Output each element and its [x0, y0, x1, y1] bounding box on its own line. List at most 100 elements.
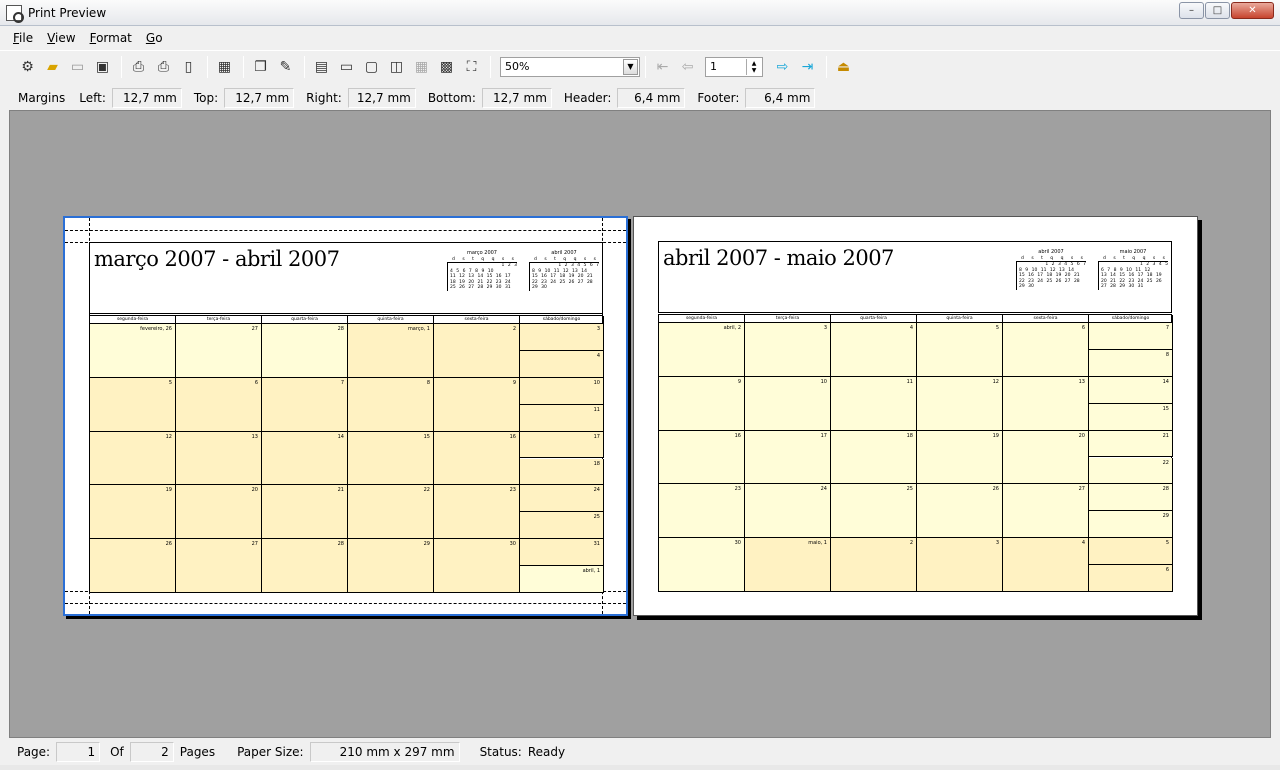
day-cell[interactable]: 28 — [262, 324, 348, 378]
day-cell[interactable]: 5 — [90, 377, 176, 432]
header-margin-field[interactable]: 6,4 mm — [617, 88, 686, 108]
preview-workspace[interactable]: março 2007 - abril 2007 março 2007 d s t q… — [9, 110, 1271, 738]
book-icon[interactable]: ▯ — [177, 56, 200, 78]
weekend-cell[interactable]: 4 — [520, 350, 604, 378]
day-cell[interactable]: 19 — [917, 430, 1003, 485]
exit-icon[interactable]: ⏏ — [832, 56, 855, 78]
day-cell[interactable]: 9 — [659, 376, 745, 431]
settings-gear-icon[interactable]: ⚙ — [16, 56, 39, 78]
day-cell[interactable]: 2 — [831, 538, 917, 592]
weekend-cell[interactable]: 15 — [1089, 403, 1173, 431]
four-pages-icon[interactable]: ▦ — [410, 56, 433, 78]
day-cell[interactable]: março, 1 — [348, 324, 434, 378]
page-setup-icon[interactable]: ❐ — [249, 56, 272, 78]
last-page-icon[interactable]: ⇥ — [796, 56, 819, 78]
weekend-cell[interactable]: 8 — [1089, 349, 1173, 377]
weekend-cell[interactable]: 28 — [1089, 484, 1173, 512]
day-cell[interactable]: 27 — [176, 324, 262, 378]
header-margin-guide[interactable] — [65, 230, 626, 231]
day-cell[interactable]: 13 — [1003, 376, 1089, 431]
format-icon[interactable]: ✎ — [274, 56, 297, 78]
day-cell[interactable]: 4 — [1003, 538, 1089, 592]
day-cell[interactable]: 10 — [745, 376, 831, 431]
day-cell[interactable]: 23 — [434, 485, 520, 540]
day-cell[interactable]: 6 — [176, 377, 262, 432]
previous-page-icon[interactable]: ⇦ — [676, 56, 699, 78]
day-cell[interactable]: 26 — [90, 539, 176, 593]
footer-margin-guide[interactable] — [65, 603, 626, 604]
day-cell[interactable]: 21 — [262, 485, 348, 540]
day-cell[interactable]: 23 — [659, 484, 745, 539]
day-cell[interactable]: 30 — [434, 539, 520, 593]
weekend-cell[interactable]: 18 — [520, 458, 604, 486]
day-cell[interactable]: 18 — [831, 430, 917, 485]
page-spinner-icon[interactable]: ▲ ▼ — [746, 58, 761, 75]
save-icon[interactable]: ▣ — [91, 56, 114, 78]
day-cell[interactable]: maio, 1 — [745, 538, 831, 592]
footer-margin-field[interactable]: 6,4 mm — [745, 88, 816, 108]
one-page-icon[interactable]: ▤ — [310, 56, 333, 78]
bottom-margin-field[interactable]: 12,7 mm — [481, 88, 552, 108]
first-page-icon[interactable]: ⇤ — [651, 56, 674, 78]
zoom-fit-icon[interactable]: ⛶ — [460, 56, 483, 78]
day-cell[interactable]: 27 — [1003, 484, 1089, 539]
day-cell[interactable]: 12 — [90, 431, 176, 486]
day-cell[interactable]: 14 — [262, 431, 348, 486]
menu-go[interactable]: Go — [139, 31, 170, 45]
day-cell[interactable]: 4 — [831, 323, 917, 377]
day-cell[interactable]: 3 — [745, 323, 831, 377]
day-cell[interactable]: 2 — [434, 324, 520, 378]
day-cell[interactable]: 7 — [262, 377, 348, 432]
preview-page-1[interactable]: março 2007 - abril 2007 março 2007 d s t q… — [63, 216, 628, 616]
close-button[interactable]: ✕ — [1231, 2, 1274, 19]
weekend-cell[interactable]: 17 — [520, 431, 604, 459]
top-margin-field[interactable]: 12,7 mm — [224, 88, 295, 108]
weekend-cell[interactable]: 22 — [1089, 457, 1173, 485]
day-cell[interactable]: 17 — [745, 430, 831, 485]
day-cell[interactable]: 19 — [90, 485, 176, 540]
multi-pages-icon[interactable]: ▩ — [435, 56, 458, 78]
day-cell[interactable]: 20 — [1003, 430, 1089, 485]
day-cell[interactable]: 8 — [348, 377, 434, 432]
weekend-cell[interactable]: 5 — [1089, 538, 1173, 566]
maximize-button[interactable]: □ — [1205, 2, 1230, 19]
weekend-cell[interactable]: abril, 1 — [520, 566, 604, 593]
day-cell[interactable]: 9 — [434, 377, 520, 432]
zoom-combobox[interactable]: 50% ▼ — [500, 56, 640, 77]
weekend-cell[interactable]: 11 — [520, 404, 604, 432]
menu-file[interactable]: File — [6, 31, 40, 45]
menu-format[interactable]: Format — [83, 31, 139, 45]
print-icon[interactable]: ⎙ — [127, 56, 150, 78]
two-pages-icon[interactable]: ◫ — [385, 56, 408, 78]
weekend-cell[interactable]: 31 — [520, 539, 604, 567]
weekend-cell[interactable]: 14 — [1089, 376, 1173, 404]
day-cell[interactable]: fevereiro, 26 — [90, 324, 176, 378]
whole-page-icon[interactable]: ▢ — [360, 56, 383, 78]
day-cell[interactable]: 20 — [176, 485, 262, 540]
day-cell[interactable]: 11 — [831, 376, 917, 431]
day-cell[interactable]: 3 — [917, 538, 1003, 592]
weekend-cell[interactable]: 25 — [520, 512, 604, 540]
chevron-down-icon[interactable]: ▼ — [623, 58, 638, 75]
next-page-icon[interactable]: ⇨ — [771, 56, 794, 78]
preview-page-2[interactable]: abril 2007 - maio 2007 abril 2007 d s t q … — [633, 216, 1198, 616]
right-margin-field[interactable]: 12,7 mm — [347, 88, 416, 108]
day-cell[interactable]: 13 — [176, 431, 262, 486]
day-cell[interactable]: 5 — [917, 323, 1003, 377]
day-cell[interactable]: 30 — [659, 538, 745, 592]
weekend-cell[interactable]: 10 — [520, 377, 604, 405]
day-cell[interactable]: 15 — [348, 431, 434, 486]
weekend-cell[interactable]: 3 — [520, 324, 604, 351]
menu-view[interactable]: View — [40, 31, 82, 45]
weekend-cell[interactable]: 21 — [1089, 430, 1173, 458]
day-cell[interactable]: abril, 2 — [659, 323, 745, 377]
day-cell[interactable]: 27 — [176, 539, 262, 593]
day-cell[interactable]: 6 — [1003, 323, 1089, 377]
day-cell[interactable]: 22 — [348, 485, 434, 540]
day-cell[interactable]: 12 — [917, 376, 1003, 431]
page-width-icon[interactable]: ▭ — [335, 56, 358, 78]
day-cell[interactable]: 25 — [831, 484, 917, 539]
day-cell[interactable]: 16 — [659, 430, 745, 485]
close-document-icon[interactable]: ▭ — [66, 56, 89, 78]
table-grid-icon[interactable]: ▦ — [213, 56, 236, 78]
